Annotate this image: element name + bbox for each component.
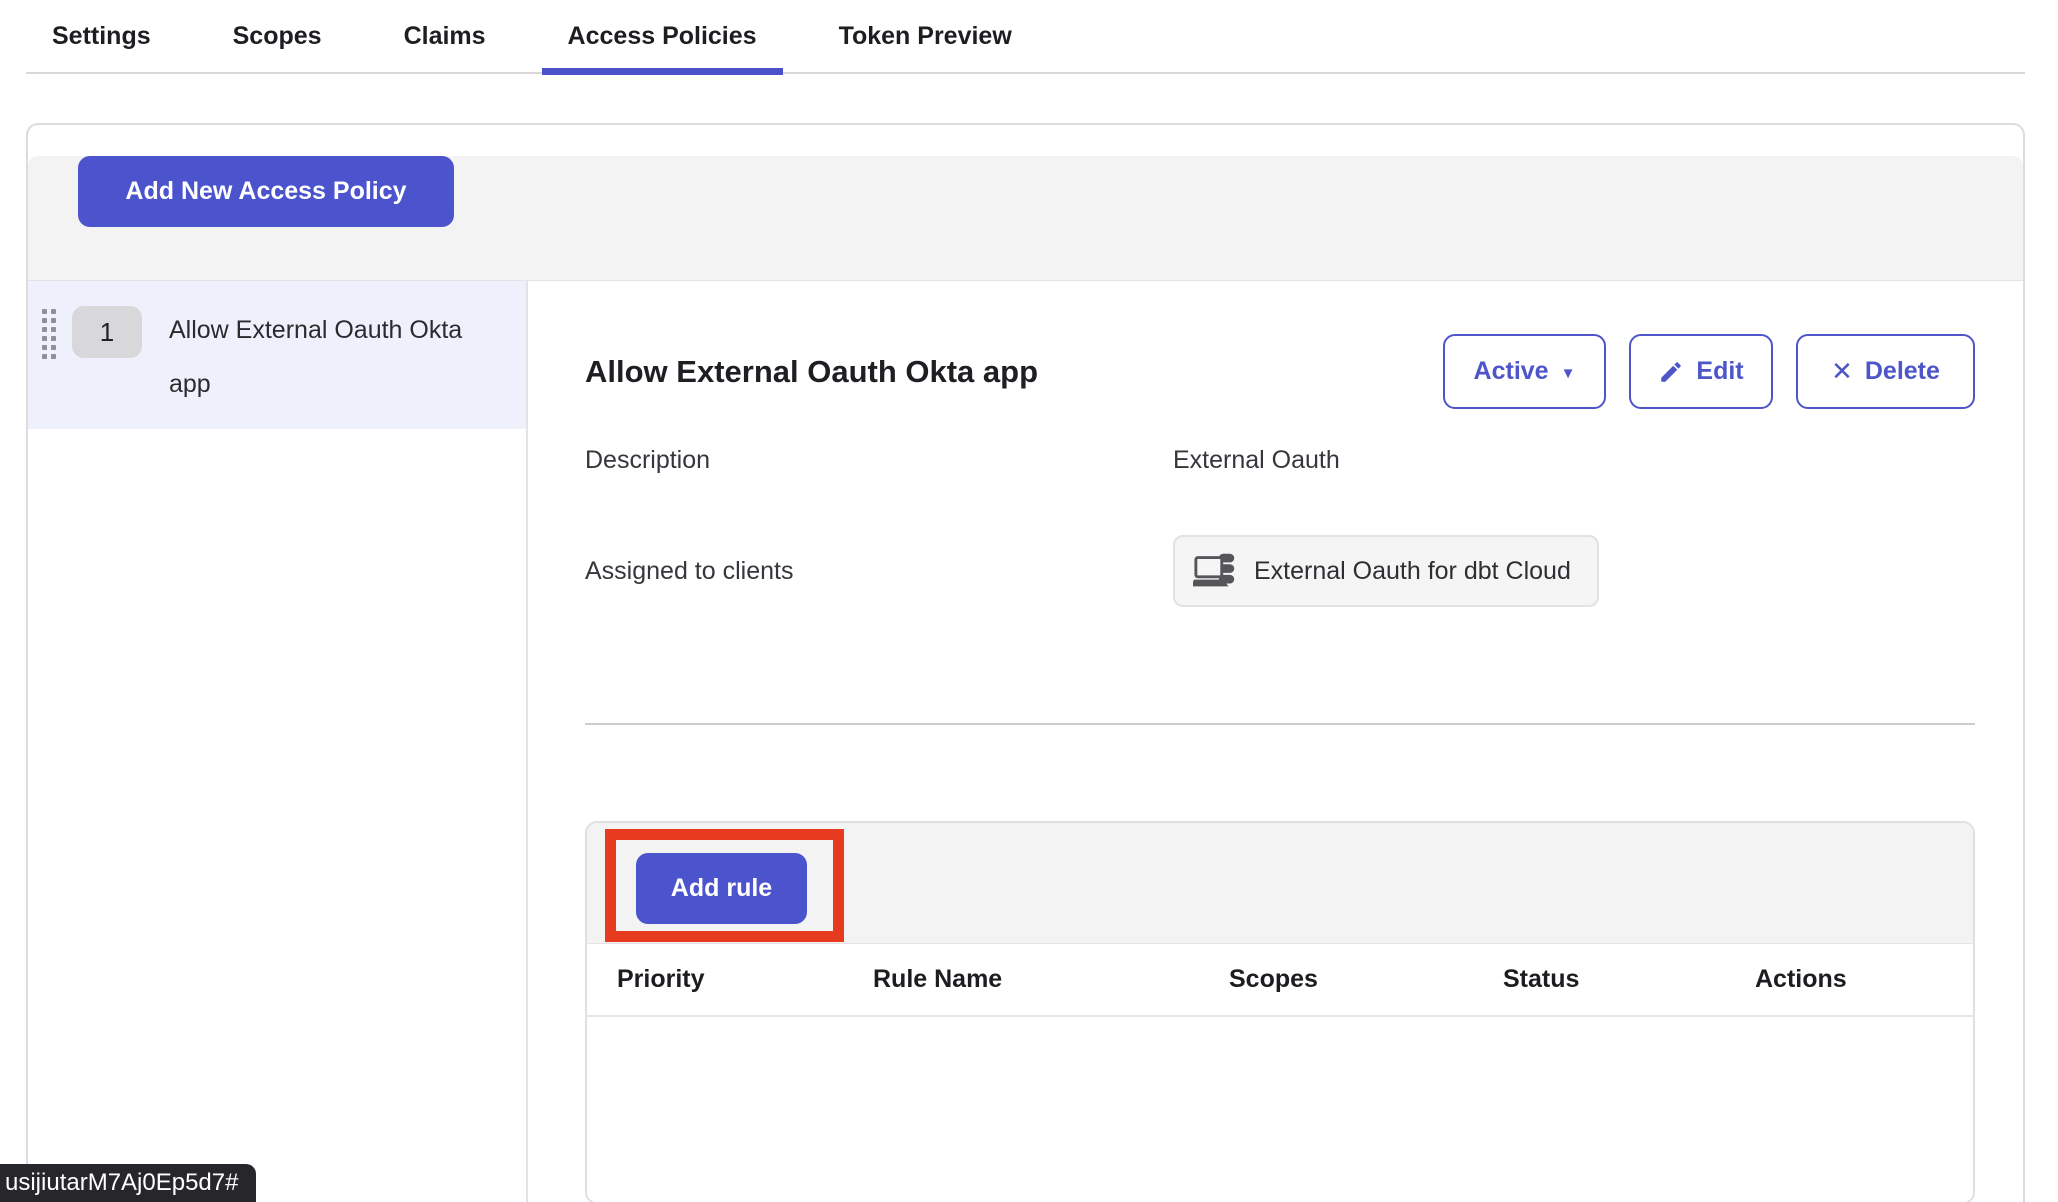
policy-title: Allow External Oauth Okta app xyxy=(585,354,1443,390)
tab-scopes[interactable]: Scopes xyxy=(207,0,348,73)
client-app-icon xyxy=(1193,551,1239,591)
caret-down-icon: ▼ xyxy=(1561,365,1576,382)
access-policies-panel: Add New Access Policy 1 Allow External O… xyxy=(26,123,2025,1202)
description-label: Description xyxy=(585,446,1173,475)
add-rule-button[interactable]: Add rule xyxy=(636,853,807,924)
link-preview-tooltip: usijiutarM7Aj0Ep5d7# xyxy=(0,1164,256,1202)
panel-header: Add New Access Policy xyxy=(28,156,2023,281)
authorization-server-tabbar: Settings Scopes Claims Access Policies T… xyxy=(26,0,2025,74)
tab-access-policies[interactable]: Access Policies xyxy=(542,0,783,73)
policy-action-buttons: Active ▼ Edit ✕ Delete xyxy=(1443,334,1975,409)
rules-table-empty-body xyxy=(587,1017,1973,1202)
panel-body: 1 Allow External Oauth Okta app Allow Ex… xyxy=(28,281,2023,1202)
policy-list: 1 Allow External Oauth Okta app xyxy=(28,281,528,1202)
policy-status-dropdown[interactable]: Active ▼ xyxy=(1443,334,1606,409)
rules-card: Add rule Priority Rule Name Scopes Statu… xyxy=(585,821,1975,1202)
delete-policy-button[interactable]: ✕ Delete xyxy=(1796,334,1975,409)
assigned-clients-label: Assigned to clients xyxy=(585,557,1173,586)
edit-policy-button[interactable]: Edit xyxy=(1629,334,1773,409)
x-icon: ✕ xyxy=(1831,356,1853,387)
description-value: External Oauth xyxy=(1173,446,1340,475)
policy-status-label: Active xyxy=(1474,357,1549,386)
column-rule-name: Rule Name xyxy=(843,965,1199,994)
policy-list-item[interactable]: 1 Allow External Oauth Okta app xyxy=(28,281,526,429)
assigned-client-name: External Oauth for dbt Cloud xyxy=(1254,557,1571,586)
rules-toolbar: Add rule xyxy=(587,823,1973,944)
column-scopes: Scopes xyxy=(1199,965,1473,994)
assigned-clients-row: Assigned to clients Ex xyxy=(585,535,1975,607)
description-row: Description External Oauth xyxy=(585,446,1975,475)
policy-list-item-label: Allow External Oauth Okta app xyxy=(169,303,469,411)
delete-label: Delete xyxy=(1865,357,1940,386)
section-divider xyxy=(585,723,1975,725)
drag-handle-icon[interactable] xyxy=(42,309,56,359)
tab-settings[interactable]: Settings xyxy=(26,0,177,73)
rules-table-header: Priority Rule Name Scopes Status Actions xyxy=(587,944,1973,1017)
assigned-client-chip[interactable]: External Oauth for dbt Cloud xyxy=(1173,535,1599,607)
policy-priority-badge: 1 xyxy=(72,306,142,358)
column-actions: Actions xyxy=(1725,965,1973,994)
edit-label: Edit xyxy=(1696,357,1743,386)
add-new-access-policy-button[interactable]: Add New Access Policy xyxy=(78,156,454,227)
policy-detail-header: Allow External Oauth Okta app Active ▼ E… xyxy=(585,334,1975,409)
column-priority: Priority xyxy=(587,965,843,994)
tab-token-preview[interactable]: Token Preview xyxy=(813,0,1038,73)
policy-detail: Allow External Oauth Okta app Active ▼ E… xyxy=(528,281,2023,1202)
column-status: Status xyxy=(1473,965,1725,994)
pencil-icon xyxy=(1658,359,1684,385)
tab-claims[interactable]: Claims xyxy=(378,0,512,73)
